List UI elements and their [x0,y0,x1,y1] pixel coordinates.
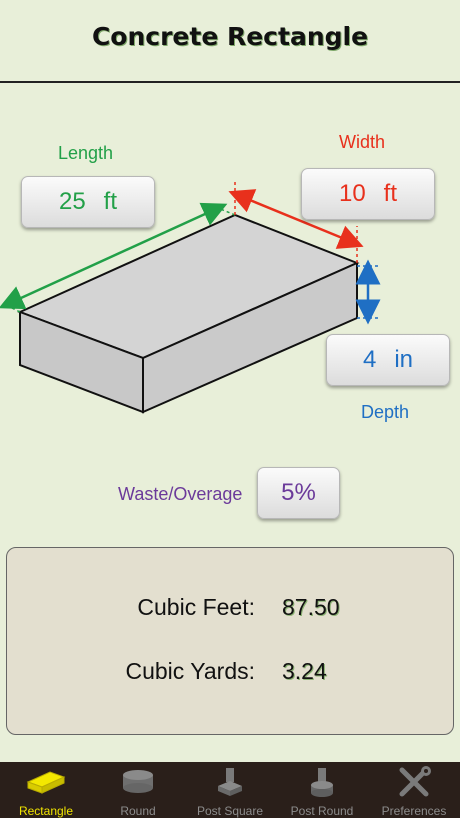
length-value: 25 [58,188,86,215]
tab-preferences-label: Preferences [381,804,447,818]
cubic-feet-label: Cubic Feet: [137,594,255,620]
rectangle-slab-icon [26,771,66,794]
page-title: Concrete Rectangle [91,22,369,51]
cubic-feet-value: 87.50 [282,594,340,620]
waste-input-button[interactable]: 5% [257,467,340,519]
tab-post-square[interactable]: Post Square [184,762,276,818]
title-divider [0,81,460,83]
tab-bar: Rectangle Round Post Square Post Round P… [0,762,460,818]
width-input-button[interactable]: 10 ft [301,168,435,220]
cubic-yards-value: 3.24 [282,658,327,684]
depth-input-button[interactable]: 4 in [326,334,450,386]
length-label: Length [58,143,114,163]
tab-post-round-label: Post Round [290,804,354,818]
width-unit: ft [383,180,398,207]
width-label: Width [339,132,386,152]
width-value: 10 [338,180,366,207]
length-input-button[interactable]: 25 ft [21,176,155,228]
tools-icon [399,766,431,797]
depth-value: 4 [362,346,377,373]
depth-label: Depth [361,402,410,422]
post-round-icon [311,768,333,797]
tab-round[interactable]: Round [92,762,184,818]
waste-label: Waste/Overage [118,484,243,504]
depth-unit: in [394,346,414,373]
tab-post-square-label: Post Square [196,804,264,818]
tab-preferences[interactable]: Preferences [368,762,460,818]
tab-round-label: Round [120,804,156,818]
tab-rectangle[interactable]: Rectangle [0,762,92,818]
tab-post-round[interactable]: Post Round [276,762,368,818]
post-square-icon [218,768,242,796]
cubic-yards-label: Cubic Yards: [125,658,255,684]
waste-value: 5% [281,479,316,506]
results-panel: Cubic Feet: 87.50 Cubic Yards: 3.24 [6,547,454,735]
tab-rectangle-label: Rectangle [18,804,74,818]
round-slab-icon [123,770,153,793]
length-unit: ft [103,188,118,215]
